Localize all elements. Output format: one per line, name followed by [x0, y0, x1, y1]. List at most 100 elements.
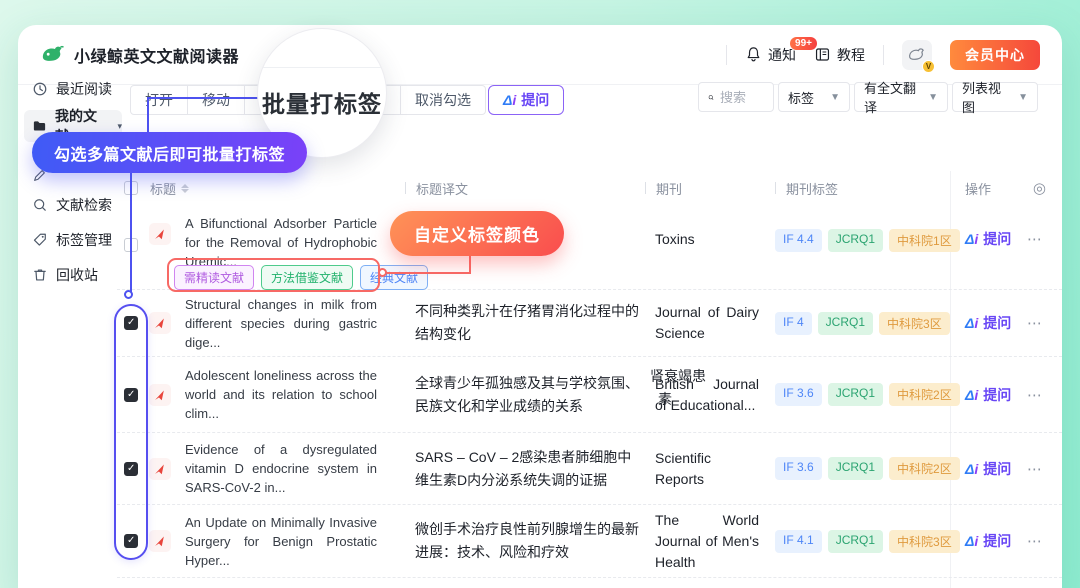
tag-icon [32, 232, 48, 248]
table-row[interactable]: Adolescent loneliness across the world a… [117, 357, 1062, 433]
callout-connector-line [130, 171, 132, 292]
ai-logo-icon: Δi [965, 461, 978, 477]
cas-badge: 中科院3区 [879, 312, 950, 335]
callout-connector-line [147, 97, 149, 133]
cas-badge: 中科院2区 [889, 457, 960, 480]
ai-ask-row-button[interactable]: Δi 提问 [965, 385, 1011, 405]
chevron-down-icon: ▼ [830, 92, 840, 103]
move-button[interactable]: 移动 [188, 86, 245, 114]
journal-name: Toxins [639, 229, 773, 250]
sort-icon[interactable] [181, 184, 189, 193]
search-field[interactable] [698, 82, 774, 112]
user-avatar[interactable]: V [902, 40, 932, 70]
app-window: 小绿鲸英文文献阅读器 通知 99+ 教程 [18, 25, 1062, 588]
clock-icon [32, 81, 48, 97]
ai-ask-row-button[interactable]: Δi 提问 [965, 313, 1011, 333]
sidebar-item-label: 回收站 [56, 265, 98, 285]
column-header-journal-tags: 期刊标签 [773, 179, 951, 198]
uncheck-button[interactable]: 取消勾选 [401, 86, 485, 114]
row-actions: Δi 提问 ⋯ [951, 459, 1062, 479]
more-actions-icon[interactable]: ⋯ [1027, 314, 1044, 332]
jcr-badge: JCRQ1 [818, 312, 873, 335]
ai-ask-row-button[interactable]: Δi 提问 [965, 229, 1011, 249]
ai-logo-icon: Δi [965, 533, 978, 549]
view-mode-dropdown[interactable]: 列表视图 ▼ [952, 82, 1038, 112]
cas-badge: 中科院3区 [889, 530, 960, 553]
column-settings-icon[interactable]: ◎ [1033, 179, 1046, 197]
cas-badge: 中科院2区 [889, 383, 960, 406]
notifications-button[interactable]: 通知 99+ [745, 45, 796, 65]
translation-filter-dropdown[interactable]: 有全文翻译 ▼ [854, 82, 948, 112]
jcr-badge: JCRQ1 [828, 383, 883, 406]
tag-filter-value: 标签 [788, 88, 814, 107]
row-actions: Δi 提问 ⋯ [951, 229, 1062, 249]
row-actions: Δi 提问 ⋯ [951, 531, 1062, 551]
checkbox-group-highlight [114, 304, 148, 560]
document-translation: SARS – CoV – 2感染患者肺细胞中维生素D内分泌系统失调的证据 [389, 446, 639, 492]
pdf-icon [149, 223, 171, 245]
impact-factor-badge: IF 4.4 [775, 229, 822, 252]
ai-ask-button[interactable]: Δi 提问 [488, 85, 564, 115]
table-header: 标题 标题译文 期刊 期刊标签 操作 ◎ [117, 175, 1062, 201]
journal-name: Scientific Reports [639, 448, 773, 490]
view-mode-value: 列表视图 [962, 78, 1012, 116]
table-row[interactable]: An Update on Minimally Invasive Surgery … [117, 505, 1062, 578]
journal-name: Journal of Dairy Science [639, 302, 773, 344]
app-logo: 小绿鲸英文文献阅读器 [40, 43, 239, 67]
more-actions-icon[interactable]: ⋯ [1027, 230, 1044, 248]
sidebar-item-document-search[interactable]: 文献检索 [24, 189, 122, 221]
document-title[interactable]: Adolescent loneliness across the world a… [179, 366, 389, 423]
column-header-actions: 操作 ◎ [951, 179, 1062, 198]
batch-tag-tooltip: 勾选多篇文献后即可批量打标签 [32, 132, 307, 173]
more-actions-icon[interactable]: ⋯ [1027, 460, 1044, 478]
ai-logo-icon: Δi [503, 92, 516, 108]
jcr-badge: JCRQ1 [828, 229, 883, 252]
topbar-divider [726, 45, 727, 65]
table-row[interactable]: Evidence of a dysregulated vitamin D end… [117, 433, 1062, 505]
impact-factor-badge: IF 4.1 [775, 530, 822, 553]
app-header: 小绿鲸英文文献阅读器 通知 99+ 教程 [18, 25, 1062, 85]
search-icon [708, 91, 714, 104]
document-title[interactable]: Structural changes in milk from differen… [179, 295, 389, 352]
jcr-badge: JCRQ1 [828, 457, 883, 480]
member-center-button[interactable]: 会员中心 [950, 40, 1040, 70]
documents-table: 标题 标题译文 期刊 期刊标签 操作 ◎ A Bifunctional Adso… [117, 175, 1062, 578]
document-translation: 不同种类乳汁在仔猪胃消化过程中的结构变化 [389, 300, 639, 346]
ai-logo-icon: Δi [965, 231, 978, 247]
search-icon [32, 197, 48, 213]
impact-factor-badge: IF 4 [775, 312, 812, 335]
table-row[interactable]: Structural changes in milk from differen… [117, 290, 1062, 357]
tutorial-button[interactable]: 教程 [814, 45, 865, 65]
pdf-icon [149, 312, 171, 334]
more-actions-icon[interactable]: ⋯ [1027, 386, 1044, 404]
sidebar-item-recycle-bin[interactable]: 回收站 [24, 259, 122, 291]
search-input[interactable] [720, 90, 764, 105]
cas-badge: 中科院1区 [889, 229, 960, 252]
pdf-icon [149, 458, 171, 480]
journal-badges: IF 4 JCRQ1 中科院3区 [773, 312, 951, 335]
more-actions-icon[interactable]: ⋯ [1027, 532, 1044, 550]
app-title: 小绿鲸英文文献阅读器 [74, 43, 239, 67]
pdf-icon [149, 530, 171, 552]
callout-connector-line [387, 272, 471, 274]
sidebar-item-recent-reading[interactable]: 最近阅读 [24, 73, 122, 105]
ai-ask-row-button[interactable]: Δi 提问 [965, 531, 1011, 551]
document-title[interactable]: Evidence of a dysregulated vitamin D end… [179, 440, 389, 497]
translation-filter-value: 有全文翻译 [864, 78, 922, 116]
tag-filter-dropdown[interactable]: 标签 ▼ [778, 82, 850, 112]
tutorial-label: 教程 [837, 45, 865, 65]
chevron-down-icon: ▼ [1018, 92, 1028, 103]
open-button[interactable]: 打开 [131, 86, 188, 114]
library-icon [32, 118, 47, 134]
topbar-divider [883, 45, 884, 65]
ai-ask-row-button[interactable]: Δi 提问 [965, 459, 1011, 479]
jcr-badge: JCRQ1 [828, 530, 883, 553]
sidebar-item-tag-management[interactable]: 标签管理 [24, 224, 122, 256]
document-title[interactable]: An Update on Minimally Invasive Surgery … [179, 513, 389, 570]
document-translation: 微创手术治疗良性前列腺增生的最新进展：技术、风险和疗效 [389, 518, 639, 564]
pdf-icon [149, 384, 171, 406]
document-translation: 全球青少年孤独感及其与学校氛围、民族文化和学业成绩的关系 [389, 372, 639, 418]
impact-factor-badge: IF 3.6 [775, 383, 822, 406]
ai-ask-label: 提问 [521, 90, 549, 110]
column-header-title[interactable]: 标题 [145, 179, 389, 198]
